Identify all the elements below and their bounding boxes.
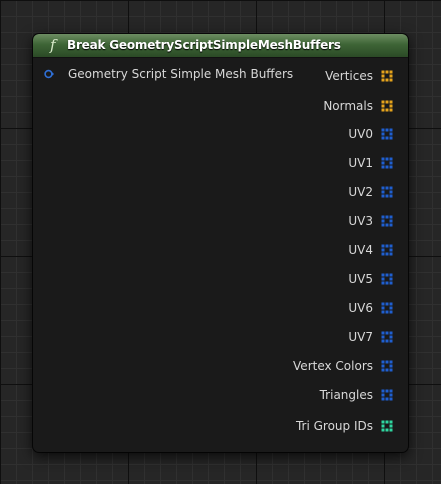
output-pin-label: UV4 bbox=[348, 243, 373, 257]
output-pin-row[interactable]: Vertices bbox=[108, 68, 408, 84]
output-pin-row[interactable]: UV7 bbox=[108, 329, 408, 345]
function-icon: f bbox=[50, 36, 56, 54]
output-pin-label: UV3 bbox=[348, 214, 373, 228]
output-pin-row[interactable]: Normals bbox=[108, 98, 408, 114]
output-pin-row[interactable]: Triangles bbox=[108, 387, 408, 403]
struct-array-pin-icon[interactable] bbox=[381, 128, 393, 140]
struct-array-pin-icon[interactable] bbox=[381, 215, 393, 227]
struct-array-pin-icon[interactable] bbox=[381, 157, 393, 169]
output-pin-row[interactable]: UV4 bbox=[108, 242, 408, 258]
output-pin-label: Vertices bbox=[325, 69, 373, 83]
struct-array-pin-icon[interactable] bbox=[381, 70, 393, 82]
struct-array-pin-icon[interactable] bbox=[381, 100, 393, 112]
struct-array-pin-icon[interactable] bbox=[381, 244, 393, 256]
output-pin-row[interactable]: UV3 bbox=[108, 213, 408, 229]
struct-array-pin-icon[interactable] bbox=[381, 186, 393, 198]
output-pin-label: Tri Group IDs bbox=[295, 419, 373, 433]
output-pin-label: UV1 bbox=[348, 156, 373, 170]
output-pin-label: UV2 bbox=[348, 185, 373, 199]
break-struct-node[interactable]: f Break GeometryScriptSimpleMeshBuffers … bbox=[33, 34, 408, 452]
output-pin-label: UV0 bbox=[348, 127, 373, 141]
struct-array-pin-icon[interactable] bbox=[381, 360, 393, 372]
output-pin-row[interactable]: Tri Group IDs bbox=[108, 418, 408, 434]
output-pin-label: UV7 bbox=[348, 330, 373, 344]
output-pin-row[interactable]: UV5 bbox=[108, 271, 408, 287]
struct-array-pin-icon[interactable] bbox=[381, 302, 393, 314]
struct-array-pin-icon[interactable] bbox=[381, 273, 393, 285]
output-pin-row[interactable]: Vertex Colors bbox=[108, 358, 408, 374]
output-pin-row[interactable]: UV6 bbox=[108, 300, 408, 316]
node-header[interactable]: f Break GeometryScriptSimpleMeshBuffers bbox=[33, 34, 408, 58]
int-array-pin-icon[interactable] bbox=[381, 420, 393, 432]
input-pin-icon[interactable] bbox=[44, 69, 54, 79]
output-pin-row[interactable]: UV1 bbox=[108, 155, 408, 171]
output-pin-label: Normals bbox=[323, 99, 373, 113]
output-pin-row[interactable]: UV2 bbox=[108, 184, 408, 200]
node-title: Break GeometryScriptSimpleMeshBuffers bbox=[67, 38, 341, 52]
struct-array-pin-icon[interactable] bbox=[381, 389, 393, 401]
output-pin-label: UV6 bbox=[348, 301, 373, 315]
output-pin-label: UV5 bbox=[348, 272, 373, 286]
output-pin-label: Triangles bbox=[319, 388, 373, 402]
output-pin-row[interactable]: UV0 bbox=[108, 126, 408, 142]
struct-array-pin-icon[interactable] bbox=[381, 331, 393, 343]
output-pin-label: Vertex Colors bbox=[293, 359, 373, 373]
